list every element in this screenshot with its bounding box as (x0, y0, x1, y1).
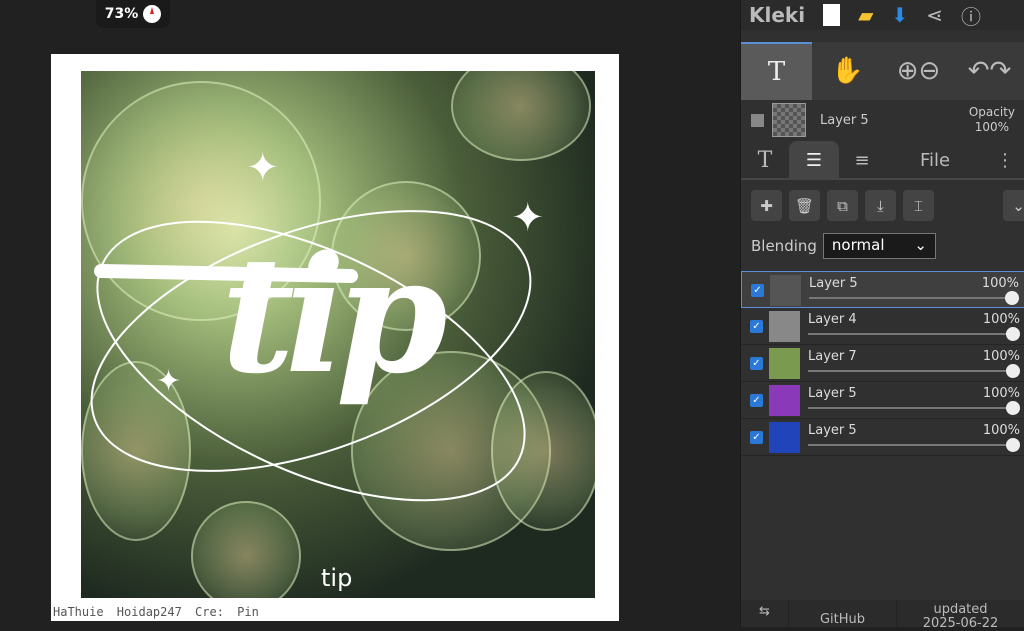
layer-visible-checkbox[interactable] (751, 113, 764, 127)
opacity-slider-knob[interactable] (1005, 291, 1019, 305)
current-layer-name: Layer 5 (820, 112, 869, 128)
layer-name: Layer 5 (808, 386, 857, 401)
layer-name: Layer 5 (808, 423, 857, 438)
delete-layer-button[interactable]: 🗑 (789, 190, 820, 221)
tab-layers[interactable]: ☰ (789, 141, 839, 179)
svg-text:✦: ✦ (156, 364, 181, 399)
opacity-slider-knob[interactable] (1006, 364, 1020, 378)
zoom-buttons[interactable]: ⊕⊖ (883, 42, 954, 100)
layer-thumbnail (769, 348, 800, 379)
layer-visibility-checkbox[interactable]: ✓ (750, 320, 763, 333)
layer-visibility-checkbox[interactable]: ✓ (750, 357, 763, 370)
layer-thumbnail (772, 103, 806, 137)
layer-name: Layer 7 (808, 349, 857, 364)
opacity-slider[interactable] (808, 444, 1013, 446)
add-layer-button[interactable]: ✚ (751, 190, 782, 221)
layer-opacity: 100% (982, 349, 1020, 364)
tab-text[interactable]: T (741, 141, 789, 179)
zoom-indicator[interactable]: 73% (96, 0, 170, 28)
download-icon[interactable]: ⬇ (891, 3, 908, 27)
layer-opacity: 100% (981, 276, 1019, 291)
canvas-image: ✦ ✦ ✦ tip tip (81, 71, 595, 598)
undo-redo-buttons[interactable]: ↶↷ (954, 42, 1024, 100)
svg-text:✦: ✦ (511, 195, 545, 241)
layer-thumbnail (769, 385, 800, 416)
hand-tool-button[interactable]: ✋ (812, 42, 883, 100)
canvas-title-text: tip (221, 221, 448, 409)
canvas-caption: tip (321, 564, 353, 592)
expand-button[interactable]: ⌄ (1003, 190, 1024, 221)
opacity-slider-knob[interactable] (1006, 401, 1020, 415)
new-image-icon[interactable] (823, 4, 841, 26)
chevron-down-icon: ⌄ (914, 236, 927, 254)
tab-adjust[interactable]: ≡ (839, 141, 885, 179)
layer-thumbnail (769, 311, 800, 342)
opacity-slider-knob[interactable] (1006, 327, 1020, 341)
layer-opacity: 100% (982, 312, 1020, 327)
swap-side-icon[interactable]: ⇆ (741, 600, 789, 627)
opacity-slider[interactable] (808, 407, 1013, 409)
layer-row[interactable]: ✓ Layer 5 100% (741, 382, 1024, 419)
layer-thumbnail (769, 422, 800, 453)
layer-row[interactable]: ✓ Layer 7 100% (741, 345, 1024, 382)
compass-icon[interactable] (143, 5, 162, 23)
sidebar: Kleki ▰ ⬇ ⋖ ⓘ T ✋ ⊕⊖ ↶↷ Layer 5 Opacity 1… (740, 0, 1024, 630)
share-icon[interactable]: ⋖ (926, 3, 943, 27)
github-link[interactable]: GitHub (789, 600, 897, 627)
opacity-slider[interactable] (808, 370, 1013, 372)
duplicate-layer-button[interactable]: ⧉ (827, 190, 858, 221)
updated-label: updated (933, 601, 988, 617)
zoom-level: 73% (104, 6, 139, 22)
layer-opacity: 100% (982, 386, 1020, 401)
layer-thumbnail (770, 275, 801, 306)
layer-visibility-checkbox[interactable]: ✓ (751, 284, 764, 297)
layer-visibility-checkbox[interactable]: ✓ (750, 394, 763, 407)
svg-text:✦: ✦ (246, 145, 280, 191)
layer-visibility-checkbox[interactable]: ✓ (750, 431, 763, 444)
opacity-slider[interactable] (809, 297, 1012, 299)
layer-list: ✓ Layer 5 100% ✓ Layer 4 100% ✓ Layer 7 100% ✓ Lay… (741, 271, 1024, 456)
text-tool-button[interactable]: T (741, 42, 812, 100)
layer-row[interactable]: ✓ Layer 4 100% (741, 308, 1024, 345)
opacity-label: Opacity (968, 105, 1015, 119)
merge-down-button[interactable]: ⤓ (865, 190, 896, 221)
updated-date: 2025-06-22 (922, 615, 999, 631)
layer-name: Layer 4 (808, 312, 857, 327)
blending-label: Blending (751, 237, 817, 255)
layer-row[interactable]: ✓ Layer 5 100% (741, 419, 1024, 456)
opacity-slider-knob[interactable] (1006, 438, 1020, 452)
opacity-slider[interactable] (808, 333, 1013, 335)
help-icon[interactable]: ⓘ (961, 1, 981, 30)
layer-name: Layer 5 (809, 276, 858, 291)
opacity-value: 100% (974, 120, 1010, 134)
kleki-logo[interactable]: Kleki (749, 3, 805, 27)
tab-file[interactable]: File (885, 141, 985, 179)
more-menu-icon[interactable]: ⋮ (985, 141, 1024, 179)
rename-layer-button[interactable]: ⌶ (903, 190, 934, 221)
canvas[interactable]: ✦ ✦ ✦ tip tip HaThuie Hoidap247 Cre: Pin (51, 54, 619, 621)
credit-text: HaThuie Hoidap247 Cre: Pin (53, 605, 259, 619)
open-folder-icon[interactable]: ▰ (858, 3, 873, 27)
blending-select[interactable]: normal ⌄ (822, 233, 936, 259)
layer-row[interactable]: ✓ Layer 5 100% (741, 271, 1024, 308)
layer-opacity: 100% (982, 423, 1020, 438)
